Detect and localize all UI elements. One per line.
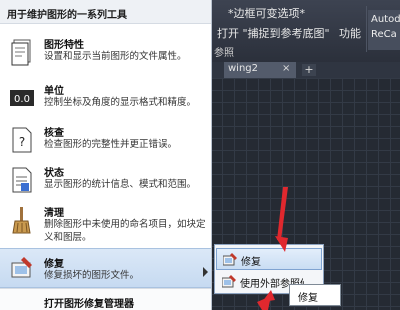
menu-item-drawing-recovery-manager[interactable]: 打开图形修复管理器: [0, 288, 211, 310]
tooltip: 修复: [289, 284, 341, 306]
features-panel-label[interactable]: 功能: [339, 25, 361, 41]
menu-item-title: 打开图形修复管理器: [44, 299, 134, 310]
recap-label: ReCa: [371, 29, 397, 40]
drawing-properties-icon: [11, 39, 31, 66]
audit-icon-text: ?: [19, 135, 25, 149]
new-tab-button[interactable]: +: [302, 64, 316, 76]
drawing-utilities-menu: 用于维护图形的一系列工具 图形特性 设置和显示当前图形的文件属性。 0.0 单位…: [0, 0, 212, 310]
menu-item-title: 核查: [44, 128, 64, 139]
recover-icon: [223, 253, 237, 266]
menu-item-description: 显示图形的统计信息、模式和范围。: [44, 179, 197, 190]
ribbon-title-fragment: *边框可变选项*: [228, 7, 305, 20]
ribbon-divider: [366, 6, 367, 52]
tab-close-icon[interactable]: ×: [282, 63, 290, 74]
submenu-item-label: 修复: [241, 257, 261, 268]
autodesk-label: Autod: [371, 14, 400, 25]
menu-item-drawing-properties[interactable]: 图形特性 设置和显示当前图形的文件属性。: [0, 30, 211, 76]
menu-item-recover[interactable]: 修复 修复损坏的图形文件。: [0, 248, 211, 288]
reference-panel-label: 参照: [214, 48, 234, 59]
units-icon: 0.0: [10, 90, 34, 106]
menu-item-title: 单位: [44, 86, 64, 97]
menu-item-purge[interactable]: 清理 删除图形中未使用的命名项目，如块定义和图层。: [0, 198, 211, 244]
menu-item-description: 设置和显示当前图形的文件属性。: [44, 51, 187, 62]
menu-item-title: 修复: [44, 259, 64, 270]
units-icon-text: 0.0: [14, 94, 30, 105]
menu-item-title: 清理: [44, 208, 64, 219]
status-icon: [12, 167, 32, 193]
menu-item-units[interactable]: 0.0 单位 控制坐标及角度的显示格式和精度。: [0, 76, 211, 122]
menu-item-title: 状态: [44, 168, 64, 179]
menu-item-description: 检查图形的完整性并更正错误。: [44, 139, 178, 150]
menu-header: 用于维护图形的一系列工具: [0, 0, 211, 24]
menu-item-description: 控制坐标及角度的显示格式和精度。: [44, 97, 197, 108]
submenu-item-recover[interactable]: 修复: [216, 248, 322, 270]
capture-underlay-button[interactable]: 打开 "捕捉到参考底图": [217, 25, 330, 41]
file-tab-label: wing2: [228, 63, 259, 74]
audit-icon: ?: [12, 127, 32, 153]
menu-item-description: 删除图形中未使用的命名项目，如块定义和图层。: [44, 219, 206, 243]
menu-item-title: 图形特性: [44, 40, 84, 51]
recover-xref-icon: [222, 275, 236, 288]
recover-icon: [11, 257, 32, 278]
purge-icon: [12, 207, 31, 234]
autodesk-panel[interactable]: Autod ReCa: [368, 10, 400, 50]
submenu-arrow-icon: [203, 267, 208, 277]
menu-item-description: 修复损坏的图形文件。: [44, 270, 140, 281]
